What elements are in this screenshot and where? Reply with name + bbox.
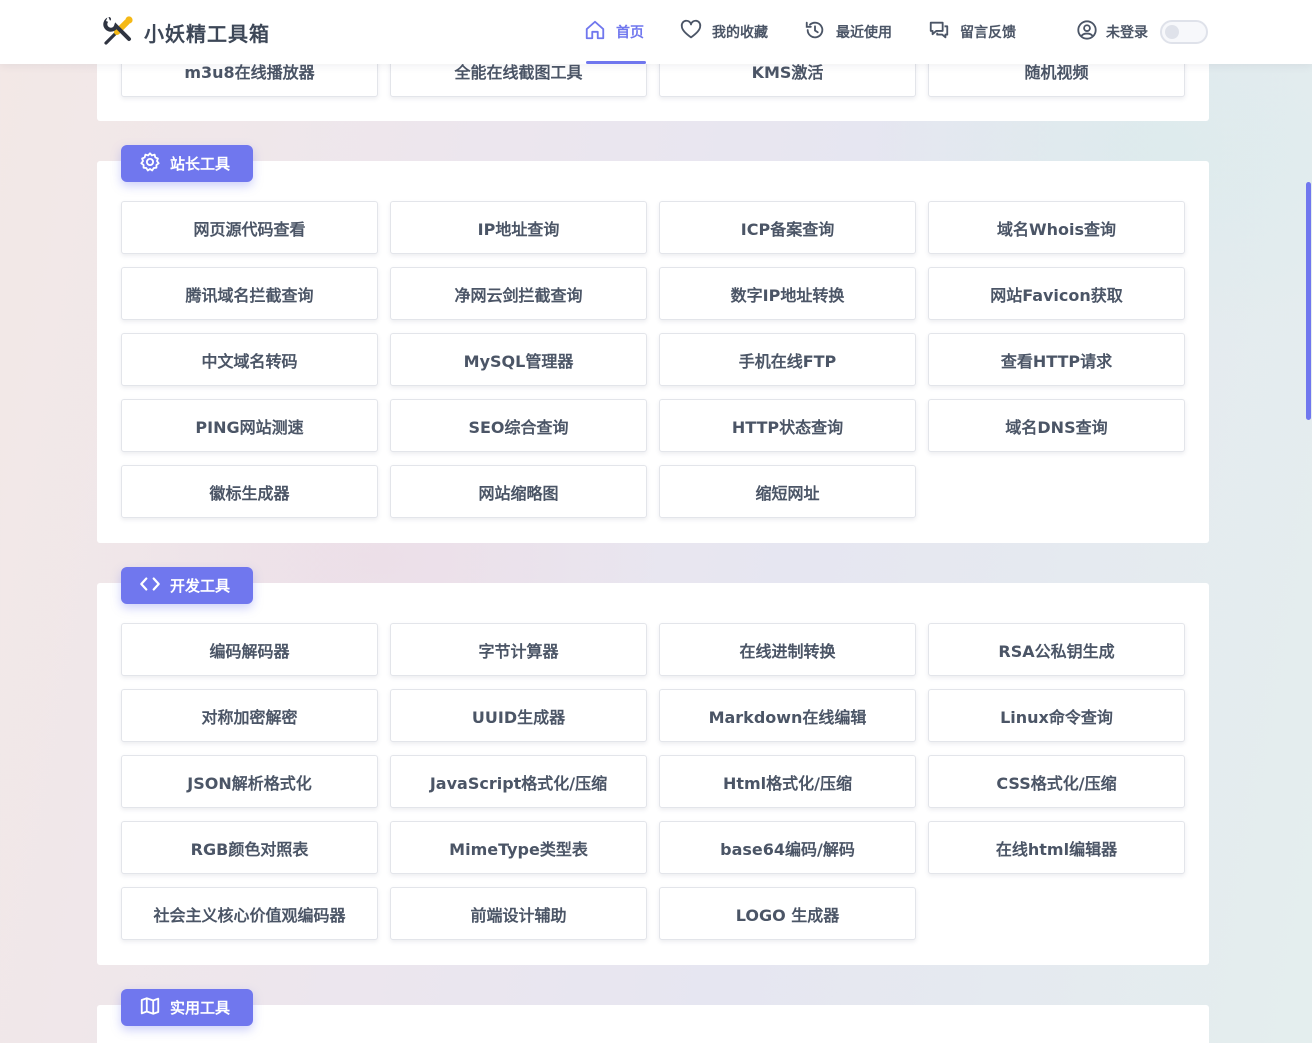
tool-button[interactable]: Linux命令查询 [928, 689, 1185, 742]
toggle-knob [1165, 25, 1179, 39]
tool-button[interactable]: MimeType类型表 [390, 821, 647, 874]
login-link[interactable]: 未登录 [1076, 0, 1148, 64]
section-title-dev: 开发工具 [121, 567, 253, 604]
theme-toggle[interactable] [1160, 20, 1208, 44]
scrollbar-track [1304, 0, 1312, 1043]
tool-button[interactable]: LOGO 生成器 [659, 887, 916, 940]
nav-item-home[interactable]: 首页 [584, 0, 646, 64]
tool-button[interactable]: 网站Favicon获取 [928, 267, 1185, 320]
section-title-webmaster: 站长工具 [121, 145, 253, 182]
tool-button[interactable]: 编码解码器 [121, 623, 378, 676]
section-panel-util [97, 1005, 1209, 1043]
tool-button[interactable]: 网站缩略图 [390, 465, 647, 518]
section-title-label: 实用工具 [170, 999, 231, 1017]
tool-button[interactable]: RSA公私钥生成 [928, 623, 1185, 676]
nav-item-label: 最近使用 [836, 25, 892, 41]
scrollbar-thumb[interactable] [1306, 182, 1311, 420]
tool-button[interactable]: 缩短网址 [659, 465, 916, 518]
tool-button[interactable]: 域名Whois查询 [928, 201, 1185, 254]
tool-button[interactable]: UUID生成器 [390, 689, 647, 742]
section-title-label: 站长工具 [170, 155, 231, 173]
section-title-util: 实用工具 [121, 989, 253, 1026]
tool-button[interactable]: SEO综合查询 [390, 399, 647, 452]
nav-item-label: 首页 [616, 25, 644, 41]
gear-icon [139, 151, 170, 177]
tool-button[interactable]: RGB颜色对照表 [121, 821, 378, 874]
tool-button[interactable]: JavaScript格式化/压缩 [390, 755, 647, 808]
tool-button[interactable]: 手机在线FTP [659, 333, 916, 386]
nav-item-favorites[interactable]: 我的收藏 [680, 0, 768, 64]
nav-item-label: 我的收藏 [712, 25, 768, 41]
tool-grid-dev: 编码解码器 字节计算器 在线进制转换 RSA公私钥生成 对称加密解密 UUID生… [121, 623, 1185, 940]
tool-button[interactable]: 腾讯域名拦截查询 [121, 267, 378, 320]
tool-grid-webmaster: 网页源代码查看 IP地址查询 ICP备案查询 域名Whois查询 腾讯域名拦截查… [121, 201, 1185, 518]
nav-item-recent[interactable]: 最近使用 [804, 0, 892, 64]
tool-button[interactable]: 查看HTTP请求 [928, 333, 1185, 386]
tool-button[interactable]: 对称加密解密 [121, 689, 378, 742]
tool-button[interactable]: ICP备案查询 [659, 201, 916, 254]
tool-button[interactable]: 网页源代码查看 [121, 201, 378, 254]
tool-button[interactable]: 徽标生成器 [121, 465, 378, 518]
brand-name: 小妖精工具箱 [144, 21, 270, 46]
tool-button[interactable]: 前端设计辅助 [390, 887, 647, 940]
nav-item-label: 留言反馈 [960, 25, 1016, 41]
section-title-label: 开发工具 [170, 577, 231, 595]
brand[interactable]: 小妖精工具箱 [102, 14, 270, 50]
tool-button[interactable]: CSS格式化/压缩 [928, 755, 1185, 808]
tool-button[interactable]: HTTP状态查询 [659, 399, 916, 452]
wrench-screwdriver-icon [102, 13, 136, 51]
nav-item-feedback[interactable]: 留言反馈 [928, 0, 1016, 64]
tool-button[interactable]: JSON解析格式化 [121, 755, 378, 808]
tool-button[interactable]: Markdown在线编辑 [659, 689, 916, 742]
tool-button[interactable]: PING网站测速 [121, 399, 378, 452]
tool-button[interactable]: 域名DNS查询 [928, 399, 1185, 452]
login-label: 未登录 [1106, 25, 1148, 41]
history-icon [804, 19, 836, 45]
top-header: 小妖精工具箱 首页 我的收藏 最近使用 留言反馈 未登录 [0, 0, 1312, 64]
tool-button[interactable]: 社会主义核心价值观编码器 [121, 887, 378, 940]
tool-button[interactable]: Html格式化/压缩 [659, 755, 916, 808]
tool-button[interactable]: 在线进制转换 [659, 623, 916, 676]
tool-button[interactable]: 字节计算器 [390, 623, 647, 676]
code-icon [139, 573, 170, 599]
map-icon [139, 995, 170, 1021]
tool-button[interactable]: MySQL管理器 [390, 333, 647, 386]
tool-button[interactable]: base64编码/解码 [659, 821, 916, 874]
tool-button[interactable]: 中文域名转码 [121, 333, 378, 386]
chat-icon [928, 19, 960, 45]
tool-button[interactable]: IP地址查询 [390, 201, 647, 254]
tool-button[interactable]: 数字IP地址转换 [659, 267, 916, 320]
tool-button[interactable]: 净网云剑拦截查询 [390, 267, 647, 320]
heart-icon [680, 19, 712, 45]
user-circle-icon [1076, 19, 1106, 45]
home-icon [584, 19, 616, 45]
main-nav: 首页 我的收藏 最近使用 留言反馈 [584, 0, 1052, 64]
tool-button[interactable]: 在线html编辑器 [928, 821, 1185, 874]
